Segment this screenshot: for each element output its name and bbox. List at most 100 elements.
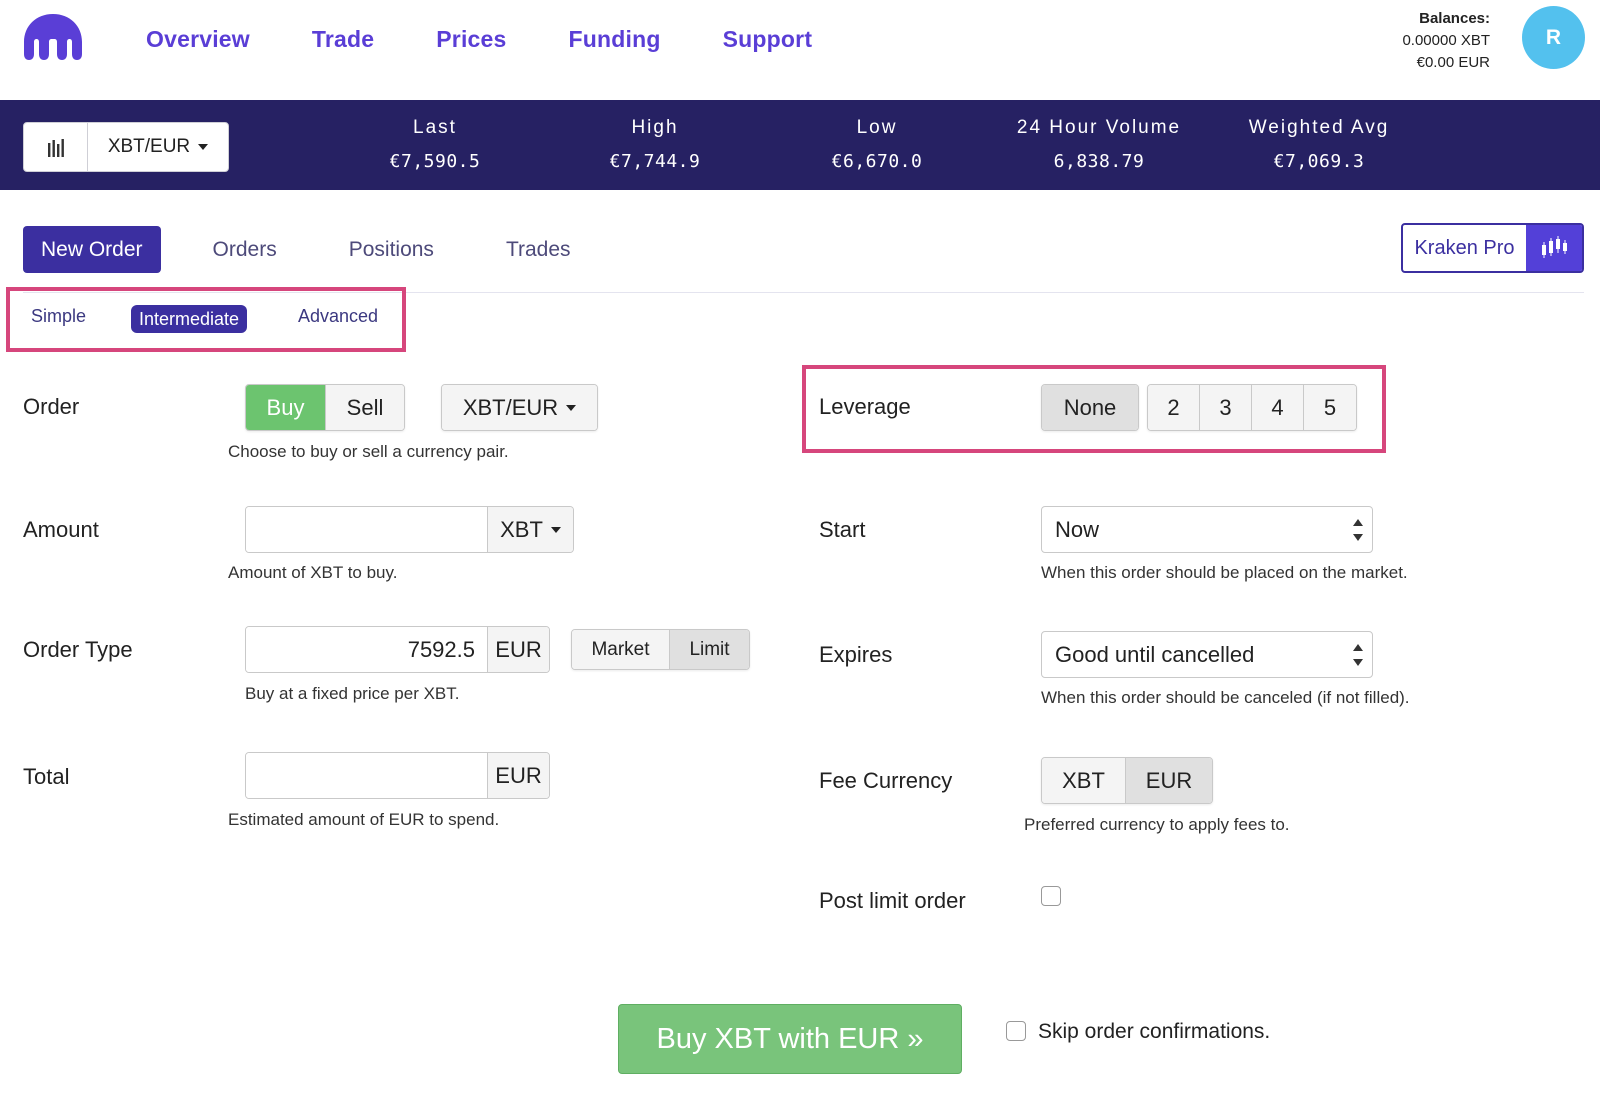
fee-xbt-button[interactable]: XBT xyxy=(1042,758,1126,803)
chevron-down-icon xyxy=(566,405,576,411)
chart-toggle-button[interactable] xyxy=(24,123,88,171)
fee-eur-button[interactable]: EUR xyxy=(1126,758,1212,803)
leverage-none-toggle: None xyxy=(1041,384,1139,431)
tab-trades[interactable]: Trades xyxy=(506,238,571,262)
nav-trade[interactable]: Trade xyxy=(312,26,374,53)
tab-new-order[interactable]: New Order xyxy=(23,226,161,273)
start-select[interactable]: Now xyxy=(1041,506,1373,553)
fee-currency-label: Fee Currency xyxy=(819,768,952,794)
market-button[interactable]: Market xyxy=(572,630,670,669)
leverage-options: 2 3 4 5 xyxy=(1147,384,1357,431)
skip-confirm-checkbox[interactable] xyxy=(1006,1021,1026,1041)
chevron-down-icon xyxy=(551,527,561,533)
total-input-group: EUR xyxy=(245,752,550,799)
stat-last: Last €7,590.5 xyxy=(370,117,500,172)
candlestick-icon xyxy=(1526,225,1582,271)
order-help: Choose to buy or sell a currency pair. xyxy=(228,442,509,462)
nav-funding[interactable]: Funding xyxy=(569,26,661,53)
ticker-bar: XBT/EUR Last €7,590.5 High €7,744.9 Low … xyxy=(0,100,1600,190)
nav-prices[interactable]: Prices xyxy=(436,26,506,53)
balance-eur: €0.00 EUR xyxy=(1402,52,1490,74)
stat-label: Weighted Avg xyxy=(1236,117,1402,139)
order-type-label: Order Type xyxy=(23,637,133,663)
order-type-help: Buy at a fixed price per XBT. xyxy=(245,684,460,704)
price-input[interactable] xyxy=(246,627,487,672)
total-help: Estimated amount of EUR to spend. xyxy=(228,810,499,830)
post-limit-checkbox[interactable] xyxy=(1041,886,1061,906)
stat-label: 24 Hour Volume xyxy=(1006,117,1192,139)
market-limit-toggle: Market Limit xyxy=(571,629,750,670)
select-arrows-icon xyxy=(1353,644,1363,666)
start-value: Now xyxy=(1055,517,1099,543)
skip-confirm-label: Skip order confirmations. xyxy=(1038,1020,1270,1044)
nav-overview[interactable]: Overview xyxy=(146,26,250,53)
mode-advanced[interactable]: Advanced xyxy=(298,306,378,327)
leverage-4-button[interactable]: 4 xyxy=(1252,385,1304,430)
stat-high: High €7,744.9 xyxy=(590,117,720,172)
nav-support[interactable]: Support xyxy=(723,26,813,53)
order-pair-label: XBT/EUR xyxy=(463,395,558,421)
sell-button[interactable]: Sell xyxy=(326,385,404,430)
user-avatar[interactable]: R xyxy=(1522,6,1585,69)
amount-unit-dropdown[interactable]: XBT xyxy=(487,507,573,552)
leverage-label: Leverage xyxy=(819,394,911,420)
amount-help: Amount of XBT to buy. xyxy=(228,563,397,583)
expires-select[interactable]: Good until cancelled xyxy=(1041,631,1373,678)
start-help: When this order should be placed on the … xyxy=(1041,563,1408,583)
leverage-none-button[interactable]: None xyxy=(1042,385,1138,430)
leverage-3-button[interactable]: 3 xyxy=(1200,385,1252,430)
chevron-down-icon xyxy=(198,144,208,150)
pair-selector[interactable]: XBT/EUR xyxy=(23,122,229,172)
expires-help: When this order should be canceled (if n… xyxy=(1041,688,1410,708)
balance-xbt: ͹0.00000 XBT xyxy=(1402,30,1490,52)
select-arrows-icon xyxy=(1353,519,1363,541)
buy-sell-toggle: Buy Sell xyxy=(245,384,405,431)
bar-chart-icon xyxy=(46,137,66,157)
stat-value: €7,069.3 xyxy=(1236,151,1402,172)
post-limit-label: Post limit order xyxy=(819,888,966,914)
stat-low: Low €6,670.0 xyxy=(812,117,942,172)
tab-positions[interactable]: Positions xyxy=(349,238,434,262)
mode-simple[interactable]: Simple xyxy=(31,306,86,327)
kraken-logo-icon[interactable] xyxy=(22,12,84,62)
limit-button[interactable]: Limit xyxy=(670,630,749,669)
tab-orders[interactable]: Orders xyxy=(213,238,277,262)
pair-label: XBT/EUR xyxy=(108,136,190,158)
balances-panel: Balances: ͹0.00000 XBT €0.00 EUR xyxy=(1402,8,1490,74)
balances-title: Balances: xyxy=(1402,8,1490,30)
leverage-2-button[interactable]: 2 xyxy=(1148,385,1200,430)
stat-weighted-avg: Weighted Avg €7,069.3 xyxy=(1236,117,1402,172)
stat-label: Low xyxy=(812,117,942,139)
stat-value: €7,590.5 xyxy=(370,151,500,172)
buy-button[interactable]: Buy xyxy=(246,385,326,430)
price-unit: EUR xyxy=(487,627,549,672)
leverage-5-button[interactable]: 5 xyxy=(1304,385,1356,430)
total-unit: EUR xyxy=(487,753,549,798)
stat-label: Last xyxy=(370,117,500,139)
stat-label: High xyxy=(590,117,720,139)
price-input-group: EUR xyxy=(245,626,550,673)
order-pair-dropdown[interactable]: XBT/EUR xyxy=(441,384,598,431)
order-label: Order xyxy=(23,394,79,420)
amount-input-group: XBT xyxy=(245,506,574,553)
kraken-pro-label: Kraken Pro xyxy=(1403,225,1526,271)
stat-value: 6,838.79 xyxy=(1006,151,1192,172)
amount-unit: XBT xyxy=(500,517,543,543)
total-input[interactable] xyxy=(246,753,487,798)
main-nav: Overview Trade Prices Funding Support xyxy=(146,26,874,53)
mode-intermediate[interactable]: Intermediate xyxy=(131,305,247,333)
top-header: Overview Trade Prices Funding Support Ba… xyxy=(0,0,1600,100)
fee-currency-help: Preferred currency to apply fees to. xyxy=(1024,815,1290,835)
stat-value: €7,744.9 xyxy=(590,151,720,172)
start-label: Start xyxy=(819,517,865,543)
order-tabs: New Order Orders Positions Trades xyxy=(23,226,643,273)
expires-value: Good until cancelled xyxy=(1055,642,1254,668)
pair-dropdown[interactable]: XBT/EUR xyxy=(88,123,228,171)
amount-input[interactable] xyxy=(246,507,487,552)
submit-buy-button[interactable]: Buy XBT with EUR » xyxy=(618,1004,962,1074)
stat-value: €6,670.0 xyxy=(812,151,942,172)
kraken-pro-button[interactable]: Kraken Pro xyxy=(1401,223,1584,273)
fee-currency-toggle: XBT EUR xyxy=(1041,757,1213,804)
order-pair-button[interactable]: XBT/EUR xyxy=(442,385,597,430)
stat-24h-volume: 24 Hour Volume 6,838.79 xyxy=(1006,117,1192,172)
